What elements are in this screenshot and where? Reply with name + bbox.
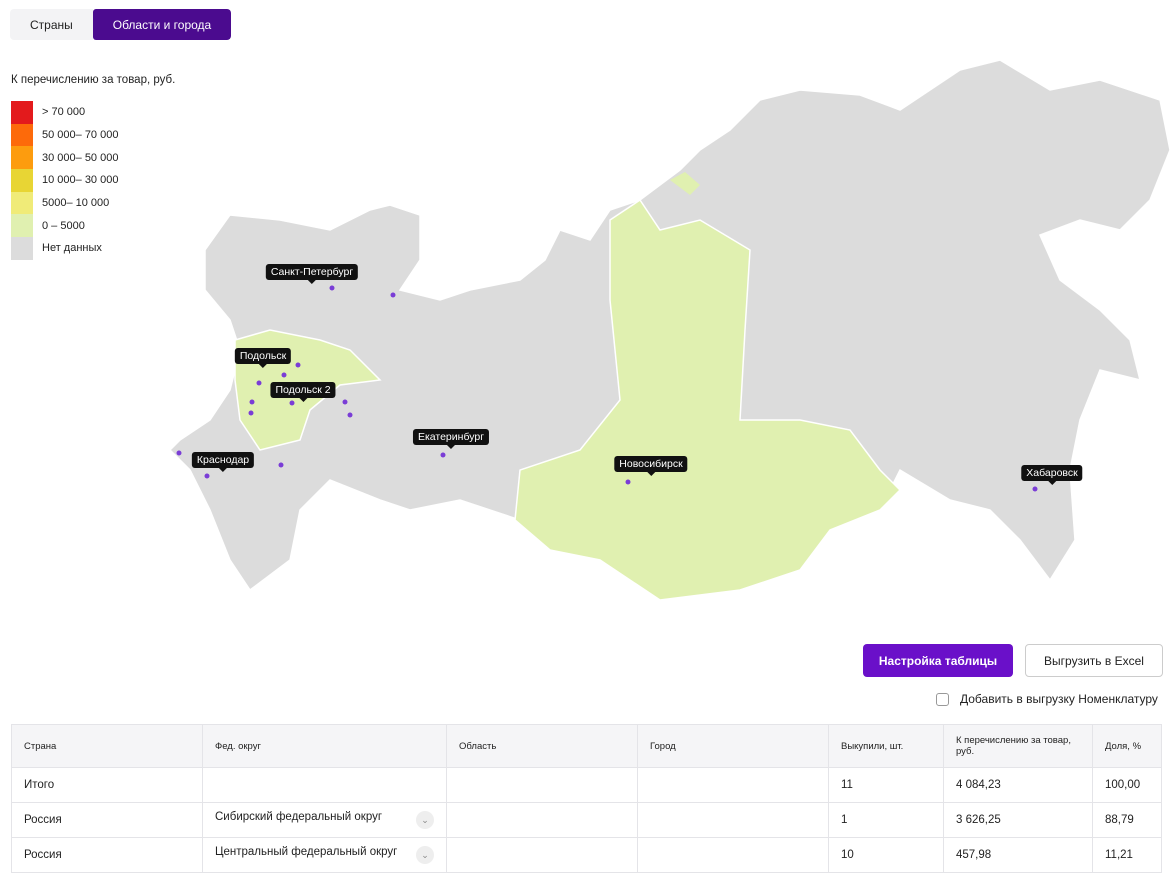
cell: 88,79: [1092, 802, 1162, 838]
district-name: Центральный федеральный округ: [215, 846, 398, 858]
column-header[interactable]: Область: [446, 724, 638, 768]
cell: 100,00: [1092, 767, 1162, 803]
city-label[interactable]: Хабаровск: [1021, 465, 1083, 485]
column-header[interactable]: Город: [637, 724, 829, 768]
city-label[interactable]: Новосибирск: [614, 456, 688, 476]
cell: 10: [828, 837, 944, 873]
legend-item: 50 000– 70 000: [11, 123, 118, 147]
table-settings-button[interactable]: Настройка таблицы: [863, 644, 1013, 677]
cell: [637, 767, 829, 803]
city-pin[interactable]: [295, 362, 301, 368]
legend-item: 10 000– 30 000: [11, 169, 118, 192]
cell: [446, 767, 638, 803]
cell: [202, 767, 447, 803]
table-row: Россия Центральный федеральный округ ⌄ 10…: [11, 837, 1162, 873]
city-pin[interactable]: [278, 462, 284, 468]
cell: 457,98: [943, 837, 1093, 873]
cell: Россия: [11, 802, 203, 838]
table-header-row: Страна Фед. округ Область Город Выкупили…: [11, 724, 1162, 768]
city-pin[interactable]: [347, 412, 353, 418]
column-header[interactable]: К перечислению за товар, руб.: [943, 724, 1093, 768]
export-excel-button[interactable]: Выгрузить в Excel: [1025, 644, 1163, 677]
city-pin[interactable]: [248, 410, 254, 416]
table-row: Россия Сибирский федеральный округ ⌄ 1 3 …: [11, 802, 1162, 838]
checkbox-box[interactable]: [936, 692, 949, 706]
cell: [637, 802, 829, 838]
cell: [637, 837, 829, 873]
city-label[interactable]: Краснодар: [191, 452, 255, 472]
column-header[interactable]: Страна: [11, 724, 203, 768]
chevron-down-icon[interactable]: ⌄: [416, 846, 434, 864]
legend-title: К перечислению за товар, руб.: [11, 74, 176, 86]
cell: 11,21: [1092, 837, 1162, 873]
district-name: Сибирский федеральный округ: [215, 811, 383, 823]
table-row: Итого 11 4 084,23 100,00: [11, 767, 1162, 803]
cell: Россия: [11, 837, 203, 873]
city-label[interactable]: Санкт-Петербург: [265, 264, 359, 284]
city-pin[interactable]: [204, 473, 210, 479]
legend-item: > 70 000: [11, 101, 118, 124]
city-pin[interactable]: [390, 292, 396, 298]
cell: Центральный федеральный округ ⌄: [202, 837, 447, 873]
city-pin[interactable]: [289, 400, 295, 406]
cell: 11: [828, 767, 944, 803]
city-pin[interactable]: [281, 372, 287, 378]
cell: 4 084,23: [943, 767, 1093, 803]
city-pin[interactable]: [249, 399, 255, 405]
include-nomenclature-checkbox[interactable]: Добавить в выгрузку Номенклатуру: [936, 692, 1158, 706]
legend-item: 5000– 10 000: [11, 191, 118, 215]
city-label[interactable]: Екатеринбург: [412, 429, 490, 449]
legend-item: 0 – 5000: [11, 214, 118, 238]
legend-item: 30 000– 50 000: [11, 146, 118, 170]
city-pin[interactable]: [329, 285, 335, 291]
column-header[interactable]: Выкупили, шт.: [828, 724, 944, 768]
city-pin[interactable]: [176, 450, 182, 456]
city-pin[interactable]: [256, 380, 262, 386]
russia-map: [168, 59, 1171, 601]
city-pin[interactable]: [1032, 486, 1038, 492]
city-pin[interactable]: [625, 479, 631, 485]
cell: 1: [828, 802, 944, 838]
column-header[interactable]: Фед. округ: [202, 724, 447, 768]
cell: [446, 837, 638, 873]
checkbox-label: Добавить в выгрузку Номенклатуру: [960, 692, 1158, 706]
cell: [446, 802, 638, 838]
cell: Сибирский федеральный округ ⌄: [202, 802, 447, 838]
city-label[interactable]: Подольск 2: [270, 382, 336, 402]
city-label[interactable]: Подольск: [234, 348, 292, 368]
cell: 3 626,25: [943, 802, 1093, 838]
city-pin[interactable]: [342, 399, 348, 405]
column-header[interactable]: Доля, %: [1092, 724, 1162, 768]
legend: > 70 000 50 000– 70 000 30 000– 50 000 1…: [11, 101, 118, 260]
chevron-down-icon[interactable]: ⌄: [416, 811, 434, 829]
legend-item: Нет данных: [11, 237, 118, 260]
data-table: Страна Фед. округ Область Город Выкупили…: [11, 724, 1162, 873]
cell: Итого: [11, 767, 203, 803]
city-pin[interactable]: [440, 452, 446, 458]
